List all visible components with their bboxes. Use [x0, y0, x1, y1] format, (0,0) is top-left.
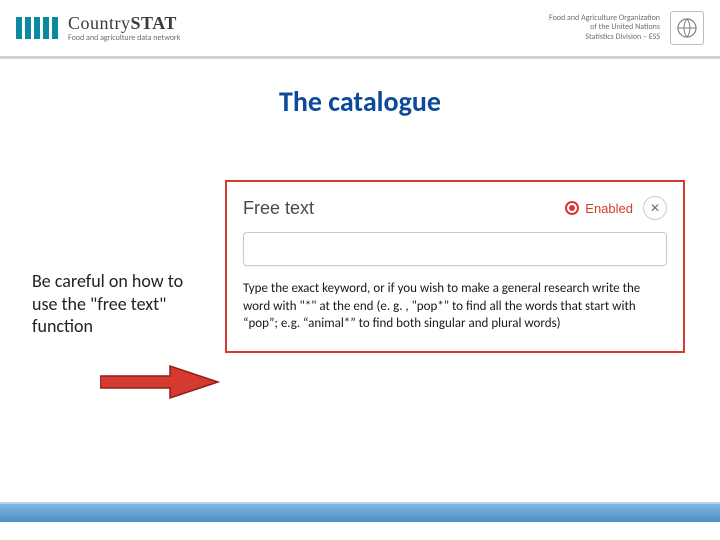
slide: CountrySTAT Food and agriculture data ne…: [0, 0, 720, 540]
header-divider: [0, 56, 720, 59]
org-text: Food and Agriculture Organization of the…: [549, 14, 660, 43]
brand-name: CountrySTAT: [68, 14, 180, 32]
brand-right: Food and Agriculture Organization of the…: [549, 11, 704, 45]
footer-bar: [0, 504, 720, 522]
help-text: Type the exact keyword, or if you wish t…: [243, 280, 667, 333]
org-line-3: Statistics Division – ESS: [549, 33, 660, 43]
input-row: [243, 232, 667, 266]
free-text-input[interactable]: [243, 232, 667, 266]
radio-on-icon: [565, 201, 579, 215]
panel-heading: Free text: [243, 198, 314, 219]
brand-bars-icon: [16, 17, 58, 39]
close-icon: ✕: [650, 201, 660, 216]
brand-text: CountrySTAT Food and agriculture data ne…: [68, 14, 180, 42]
close-button[interactable]: ✕: [643, 196, 667, 220]
toggle-label: Enabled: [585, 201, 633, 216]
page-title: The catalogue: [0, 84, 720, 119]
callout-arrow-icon: [100, 362, 220, 402]
brand-tagline: Food and agriculture data network: [68, 34, 180, 42]
brand-left: CountrySTAT Food and agriculture data ne…: [16, 14, 180, 42]
header: CountrySTAT Food and agriculture data ne…: [0, 0, 720, 56]
panel-header-controls: Enabled ✕: [565, 196, 667, 220]
free-text-panel: Free text Enabled ✕ Type the exact keywo…: [225, 180, 685, 353]
brand-name-light: Country: [68, 13, 131, 33]
caption-text: Be careful on how to use the "free text"…: [32, 270, 192, 338]
brand-name-bold: STAT: [131, 13, 177, 33]
panel-header: Free text Enabled ✕: [243, 196, 667, 220]
enabled-toggle[interactable]: Enabled: [565, 201, 633, 216]
fao-logo-icon: [670, 11, 704, 45]
